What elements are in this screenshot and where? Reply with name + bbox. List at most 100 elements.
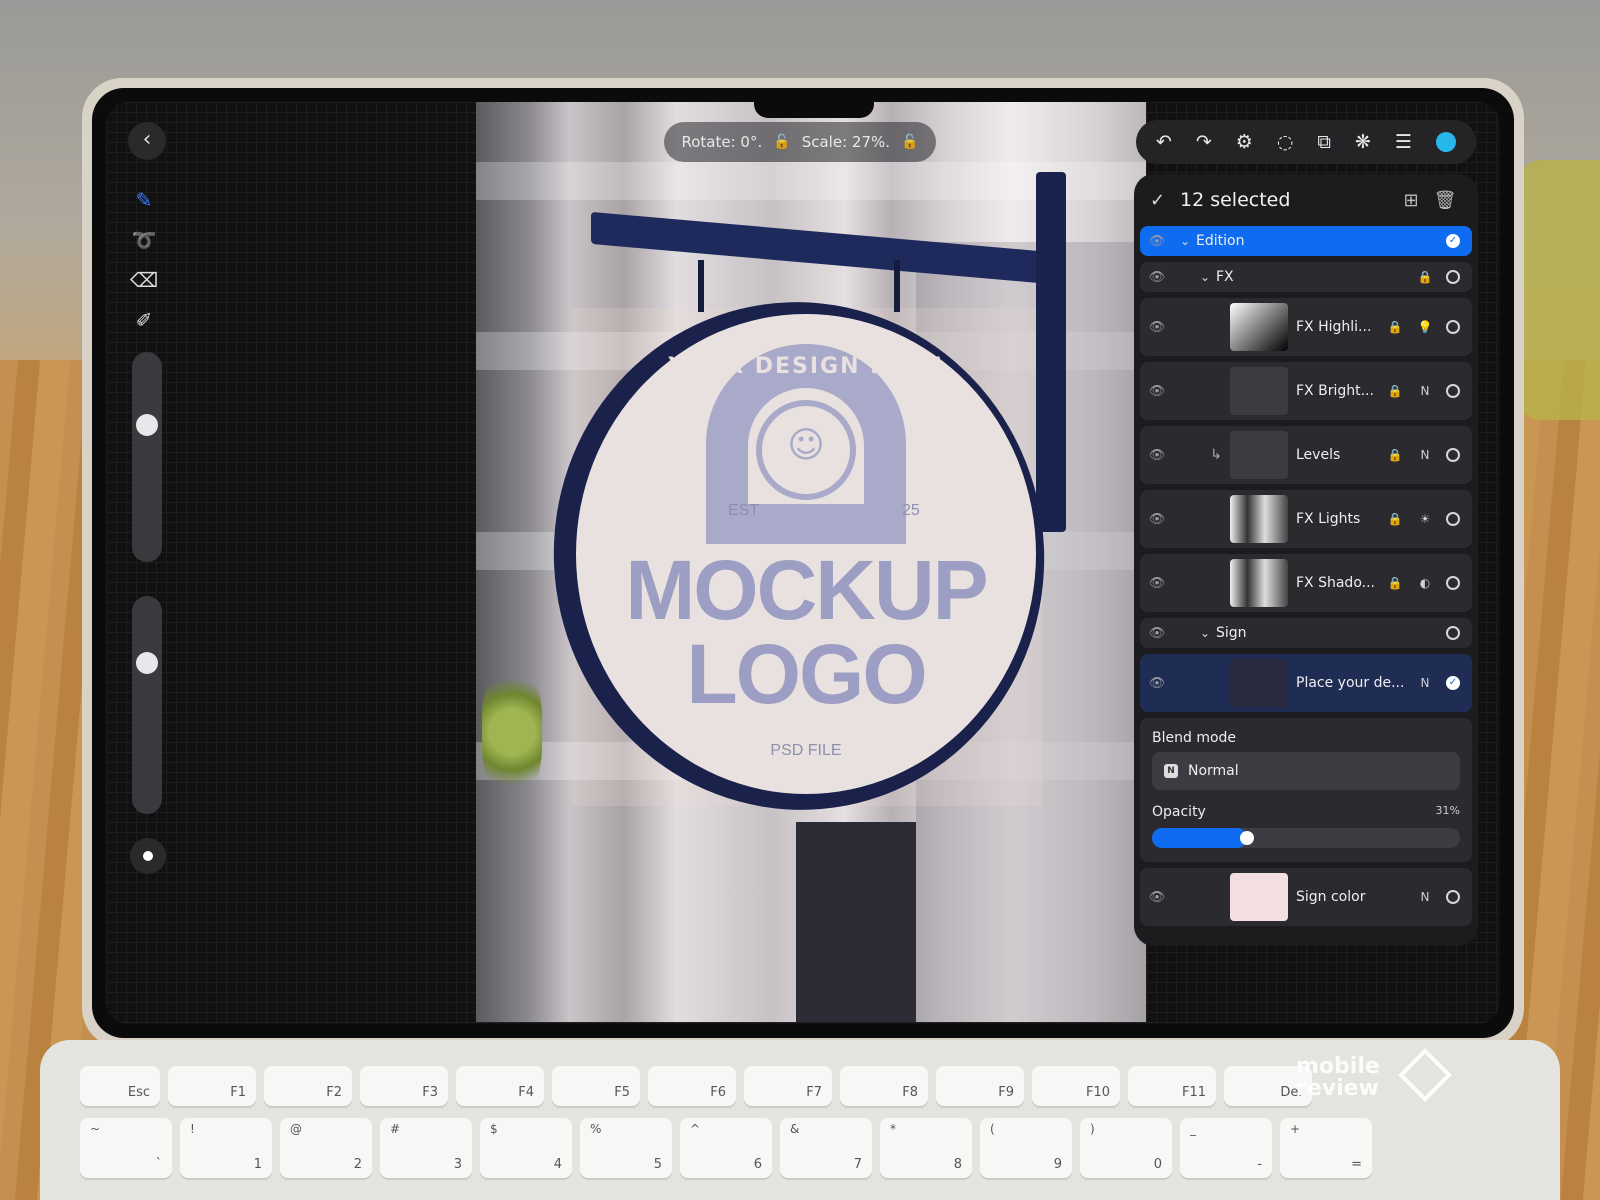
layer-select-radio[interactable]: ✓ xyxy=(1446,234,1460,248)
eye-icon[interactable]: 👁 xyxy=(1140,234,1174,249)
eye-icon[interactable]: 👁 xyxy=(1140,890,1174,905)
selection-icon[interactable]: ◌ xyxy=(1277,131,1294,153)
key-f7[interactable]: F7 xyxy=(744,1066,832,1106)
doorway xyxy=(796,822,916,1022)
blend-mode-select[interactable]: N Normal xyxy=(1152,752,1460,790)
layer-select-radio[interactable] xyxy=(1446,320,1460,334)
unlock-icon[interactable]: 🔓 xyxy=(773,134,790,150)
opacity-slider[interactable] xyxy=(1152,828,1460,848)
key-f5[interactable]: F5 xyxy=(552,1066,640,1106)
eye-icon[interactable]: 👁 xyxy=(1140,512,1174,527)
eye-icon[interactable]: 👁 xyxy=(1140,676,1174,691)
key-6[interactable]: ^ 6 xyxy=(680,1118,772,1178)
key-12[interactable]: + = xyxy=(1280,1118,1372,1178)
color-picker-button[interactable] xyxy=(1435,132,1456,152)
layer-select-radio[interactable]: ✓ xyxy=(1446,676,1460,690)
lock-icon[interactable]: 🔒 xyxy=(1380,384,1410,398)
canvas-image[interactable]: YOUR DESIGN HERE ☺ EST 25 MOCKUP LOGO PS… xyxy=(476,102,1146,1022)
normal-blend-icon[interactable]: N xyxy=(1410,384,1440,398)
key-0[interactable]: ~ ` xyxy=(80,1118,172,1178)
key-esc[interactable]: Esc xyxy=(80,1066,160,1106)
lasso-tool[interactable]: ➰ xyxy=(128,226,160,254)
lightbulb-icon[interactable]: 💡 xyxy=(1410,320,1440,334)
layer-row[interactable]: 👁 FX Highli... 🔒 💡 xyxy=(1140,298,1472,356)
lock-icon[interactable]: 🔒 xyxy=(1380,576,1410,590)
key-f10[interactable]: F10 xyxy=(1032,1066,1120,1106)
key-f8[interactable]: F8 xyxy=(840,1066,928,1106)
layer-select-radio[interactable] xyxy=(1446,448,1460,462)
brush-opacity-knob[interactable] xyxy=(136,652,158,674)
crop-icon[interactable]: ⧉ xyxy=(1317,131,1331,153)
chevron-down-icon[interactable]: ⌄ xyxy=(1194,270,1216,284)
key-1[interactable]: ! 1 xyxy=(180,1118,272,1178)
check-icon[interactable]: ✓ xyxy=(1150,190,1180,211)
layer-row[interactable]: 👁 ⌄ FX 🔒 xyxy=(1140,262,1472,292)
layer-select-radio[interactable] xyxy=(1446,384,1460,398)
key-f11[interactable]: F11 xyxy=(1128,1066,1216,1106)
back-button[interactable]: ‹ xyxy=(128,122,166,160)
eye-icon[interactable]: 👁 xyxy=(1140,270,1174,285)
opacity-knob[interactable] xyxy=(1240,831,1255,845)
key-4[interactable]: $4 xyxy=(480,1118,572,1178)
layer-row[interactable]: 👁 FX Lights 🔒 ☀ xyxy=(1140,490,1472,548)
key-f2[interactable]: F2 xyxy=(264,1066,352,1106)
key-f1[interactable]: F1 xyxy=(168,1066,256,1106)
shadow-icon[interactable]: ◐ xyxy=(1410,576,1440,590)
layer-row[interactable]: 👁 Place your de... N ✓ xyxy=(1140,654,1472,712)
key-5[interactable]: % 5 xyxy=(580,1118,672,1178)
lock-icon[interactable]: 🔒 xyxy=(1380,448,1410,462)
adjustments-icon[interactable]: ⚙ xyxy=(1236,131,1253,153)
key-11[interactable]: _ - xyxy=(1180,1118,1272,1178)
key-f3[interactable]: F3 xyxy=(360,1066,448,1106)
layer-row[interactable]: 👁 FX Shado... 🔒 ◐ xyxy=(1140,554,1472,612)
eye-icon[interactable]: 👁 xyxy=(1140,448,1174,463)
layer-select-radio[interactable] xyxy=(1446,270,1460,284)
key-3[interactable]: #3 xyxy=(380,1118,472,1178)
layers-icon[interactable]: ☰ xyxy=(1395,131,1412,153)
sign-face[interactable]: YOUR DESIGN HERE ☺ EST 25 MOCKUP LOGO PS… xyxy=(576,314,1036,794)
unlock-icon[interactable]: 🔓 xyxy=(901,134,918,150)
brush-tool[interactable]: ✎ xyxy=(128,186,160,214)
layer-select-radio[interactable] xyxy=(1446,890,1460,904)
chevron-down-icon[interactable]: ⌄ xyxy=(1174,234,1196,248)
layer-row[interactable]: 👁 ⌄ Sign xyxy=(1140,618,1472,648)
key-f6[interactable]: F6 xyxy=(648,1066,736,1106)
lock-icon[interactable]: 🔒 xyxy=(1380,320,1410,334)
layer-row[interactable]: 👁 ⌄ Edition ✓ xyxy=(1140,226,1472,256)
lock-icon[interactable]: 🔒 xyxy=(1410,270,1440,284)
layer-row[interactable]: 👁 ↳ Levels 🔒 N xyxy=(1140,426,1472,484)
layer-select-radio[interactable] xyxy=(1446,512,1460,526)
brush-size-knob[interactable] xyxy=(136,414,158,436)
layer-select-radio[interactable] xyxy=(1446,626,1460,640)
new-group-icon[interactable]: ⊞ xyxy=(1394,190,1428,211)
effects-icon[interactable]: ❋ xyxy=(1355,131,1371,153)
eye-icon[interactable]: 👁 xyxy=(1140,576,1174,591)
key-f9[interactable]: F9 xyxy=(936,1066,1024,1106)
normal-blend-icon[interactable]: N xyxy=(1410,676,1440,690)
brush-size-slider[interactable] xyxy=(132,352,162,562)
sun-icon[interactable]: ☀ xyxy=(1410,512,1440,526)
key-2[interactable]: @2 xyxy=(280,1118,372,1178)
redo-icon[interactable]: ↷ xyxy=(1196,131,1212,153)
normal-blend-icon[interactable]: N xyxy=(1410,890,1440,904)
key-8[interactable]: * 8 xyxy=(880,1118,972,1178)
layer-select-radio[interactable] xyxy=(1446,576,1460,590)
eye-icon[interactable]: 👁 xyxy=(1140,320,1174,335)
trash-icon[interactable]: 🗑 xyxy=(1428,190,1462,211)
normal-blend-icon[interactable]: N xyxy=(1410,448,1440,462)
eye-icon[interactable]: 👁 xyxy=(1140,626,1174,641)
chevron-down-icon[interactable]: ⌄ xyxy=(1194,626,1216,640)
layer-row[interactable]: 👁 Sign color N xyxy=(1140,868,1472,926)
layer-row[interactable]: 👁 FX Bright... 🔒 N xyxy=(1140,362,1472,420)
eraser-tool[interactable]: ⌫ xyxy=(128,266,160,294)
brush-opacity-slider[interactable] xyxy=(132,596,162,814)
key-f4[interactable]: F4 xyxy=(456,1066,544,1106)
key-9[interactable]: (9 xyxy=(980,1118,1072,1178)
undo-icon[interactable]: ↶ xyxy=(1156,131,1172,153)
key-10[interactable]: ) 0 xyxy=(1080,1118,1172,1178)
key-7[interactable]: & 7 xyxy=(780,1118,872,1178)
lock-icon[interactable]: 🔒 xyxy=(1380,512,1410,526)
eye-icon[interactable]: 👁 xyxy=(1140,384,1174,399)
color-dot-button[interactable] xyxy=(130,838,166,874)
smudge-tool[interactable]: ✐ xyxy=(128,306,160,334)
